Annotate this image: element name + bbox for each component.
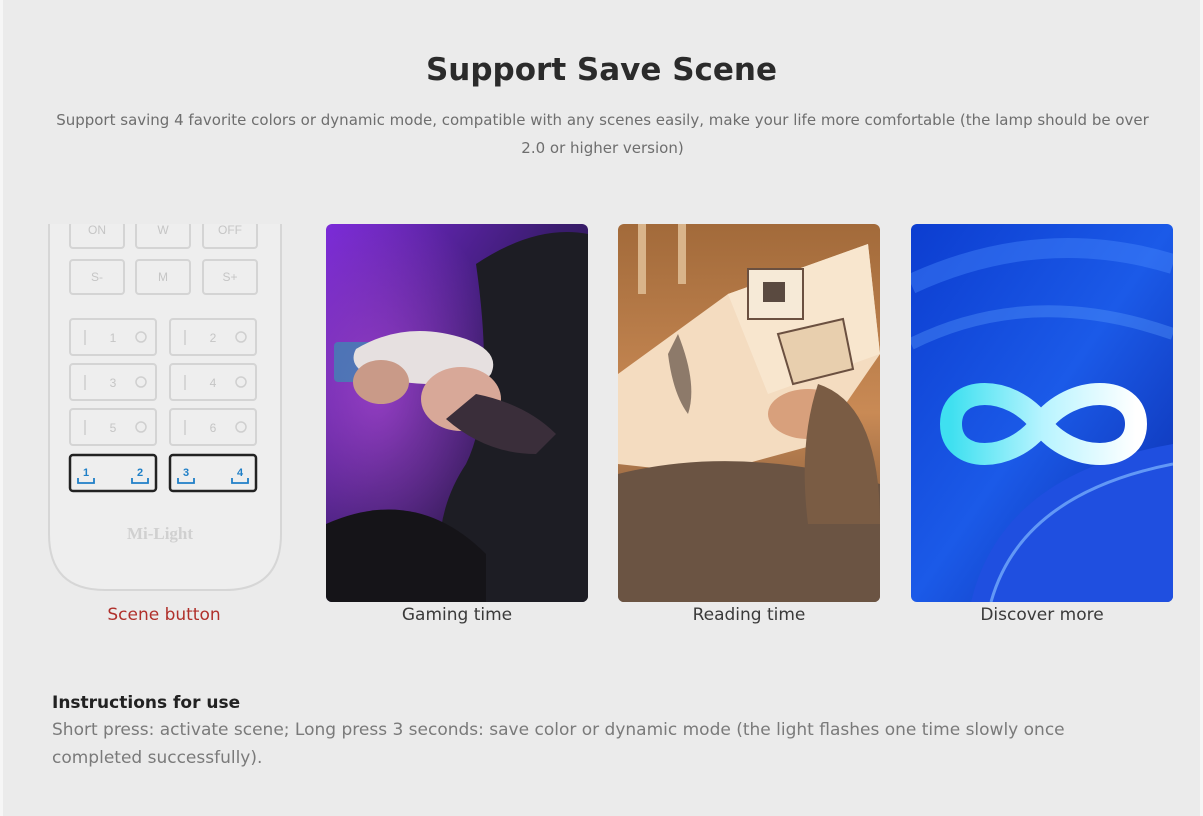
s-plus-label: S+ <box>222 270 237 284</box>
scene-4-label: 4 <box>237 467 244 479</box>
discover-caption: Discover more <box>980 605 1104 625</box>
scene-2-label: 2 <box>137 467 143 479</box>
scene-1-label: 1 <box>83 467 89 479</box>
instructions-body: Short press: activate scene; Long press … <box>52 720 1065 768</box>
discover-image <box>911 224 1173 602</box>
gaming-caption: Gaming time <box>401 605 513 625</box>
zone-3-label: 3 <box>110 376 117 390</box>
page-title: Support Save Scene <box>425 52 778 88</box>
zone-5-label: 5 <box>110 421 117 435</box>
reading-image <box>618 224 880 602</box>
zone-2-label: 2 <box>210 331 217 345</box>
zone-6-label: 6 <box>210 421 217 435</box>
w-label: W <box>157 224 169 237</box>
instructions-heading: Instructions for use <box>52 693 241 713</box>
off-label: OFF <box>218 224 242 237</box>
remote-control-image: ON W OFF S- M S+ 1 2 3 4 5 6 1 2 3 4 Mi-… <box>45 221 285 594</box>
page-subtitle: Support saving 4 favorite colors or dyna… <box>56 111 1149 157</box>
reading-caption: Reading time <box>692 605 806 625</box>
gaming-image <box>326 224 588 602</box>
s-minus-label: S- <box>91 270 103 284</box>
page-border-left <box>0 0 3 816</box>
m-label: M <box>158 270 168 284</box>
scene-3-label: 3 <box>183 467 189 479</box>
on-label: ON <box>88 224 106 237</box>
zone-1-label: 1 <box>110 331 117 345</box>
zone-4-label: 4 <box>210 376 217 390</box>
scene-button-caption: Scene button <box>107 605 221 625</box>
brand-logo: Mi-Light <box>127 524 193 543</box>
